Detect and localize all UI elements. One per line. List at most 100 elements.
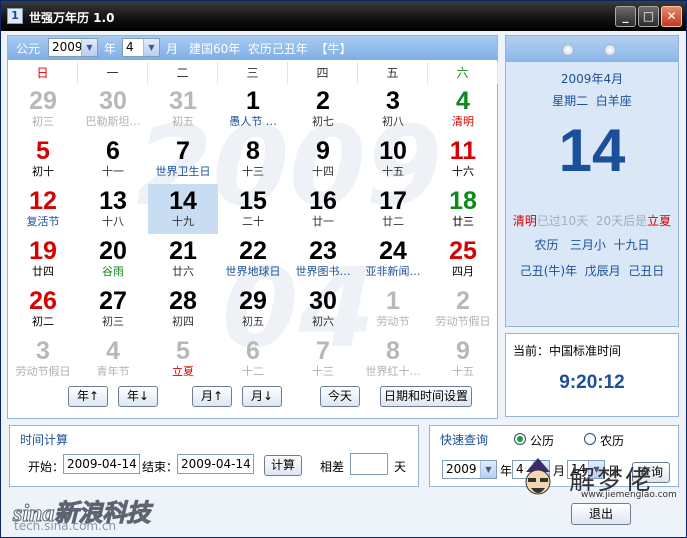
- day-lunar-text: 十九: [172, 215, 194, 228]
- lunar-radio-label[interactable]: 农历: [600, 432, 624, 449]
- day-number: 17: [379, 187, 407, 215]
- start-date-input[interactable]: 2009-04-14: [63, 454, 140, 474]
- calendar-day[interactable]: 17 廿二: [358, 184, 428, 234]
- calendar-day[interactable]: 19 廿四: [8, 234, 78, 284]
- calendar-day[interactable]: 9 十五: [428, 334, 498, 384]
- diff-days-input[interactable]: [350, 453, 388, 475]
- calendar-day-selected[interactable]: 14 十九: [148, 184, 218, 234]
- calendar-day[interactable]: 7 十三: [288, 334, 358, 384]
- calc-button[interactable]: 计算: [264, 455, 302, 476]
- day-unit-label: 天: [394, 460, 407, 474]
- day-number: 6: [106, 137, 120, 165]
- day-lunar-text: 初十: [32, 165, 54, 178]
- day-number: 31: [169, 87, 197, 115]
- minimize-icon[interactable]: _: [615, 6, 636, 27]
- calendar-day[interactable]: 8 世界红十…: [358, 334, 428, 384]
- calendar-day[interactable]: 4 清明: [428, 84, 498, 134]
- calendar-day[interactable]: 8 十三: [218, 134, 288, 184]
- year-label: 年: [104, 42, 117, 56]
- lunar-radio[interactable]: [584, 433, 596, 445]
- exit-button[interactable]: 退出: [571, 503, 631, 525]
- calendar-day[interactable]: 4 青年节: [78, 334, 148, 384]
- next-year-button[interactable]: 年↓: [118, 386, 158, 407]
- year-select[interactable]: 2009 ▼: [48, 38, 98, 57]
- calendar-day[interactable]: 27 初三: [78, 284, 148, 334]
- calendar-day[interactable]: 15 二十: [218, 184, 288, 234]
- calendar-grid: 2009 04 29 初三 30 巴勒斯坦… 31 初五 1 愚人节 … 2 初七 3 初八 4 清明 5 初…: [8, 84, 497, 384]
- date-time-settings-button[interactable]: 日期和时间设置: [380, 386, 472, 407]
- calendar-day[interactable]: 10 十五: [358, 134, 428, 184]
- calendar-day[interactable]: 3 初八: [358, 84, 428, 134]
- gregorian-radio[interactable]: [514, 433, 526, 445]
- calendar-day[interactable]: 6 十一: [78, 134, 148, 184]
- calendar-day[interactable]: 12 复活节: [8, 184, 78, 234]
- day-lunar-text: 立夏: [172, 365, 194, 378]
- day-lunar-text: 廿三: [452, 215, 474, 228]
- calendar-day[interactable]: 5 初十: [8, 134, 78, 184]
- clock-time: 9:20:12: [559, 372, 625, 393]
- chevron-down-icon[interactable]: ▼: [143, 39, 159, 56]
- time-calc-title: 时间计算: [20, 433, 69, 447]
- term-text: 已过10天 20天后是: [536, 214, 648, 228]
- day-lunar-text: 青年节: [96, 365, 130, 378]
- chevron-down-icon[interactable]: ▼: [81, 39, 97, 56]
- calendar-day[interactable]: 31 初五: [148, 84, 218, 134]
- calendar-day[interactable]: 23 世界图书…: [288, 234, 358, 284]
- calendar-day[interactable]: 30 巴勒斯坦…: [78, 84, 148, 134]
- calendar-day[interactable]: 26 初二: [8, 284, 78, 334]
- calendar-day[interactable]: 18 廿三: [428, 184, 498, 234]
- calendar-day[interactable]: 24 亚非新闻…: [358, 234, 428, 284]
- calendar-day[interactable]: 25 四月: [428, 234, 498, 284]
- calendar-day[interactable]: 5 立夏: [148, 334, 218, 384]
- calendar-day[interactable]: 1 愚人节 …: [218, 84, 288, 134]
- calendar-day[interactable]: 11 十六: [428, 134, 498, 184]
- day-number: 5: [176, 337, 190, 365]
- gregorian-radio-label[interactable]: 公历: [530, 432, 554, 449]
- month-select[interactable]: 4 ▼: [122, 38, 160, 57]
- calendar-day[interactable]: 22 世界地球日: [218, 234, 288, 284]
- calendar-day[interactable]: 2 劳动节假日: [428, 284, 498, 334]
- calendar-day[interactable]: 16 廿一: [288, 184, 358, 234]
- day-lunar-text: 廿四: [32, 265, 54, 278]
- prev-year-button[interactable]: 年↑: [68, 386, 108, 407]
- prev-month-button[interactable]: 月↑: [192, 386, 232, 407]
- close-icon[interactable]: ✕: [661, 6, 682, 27]
- day-number: 16: [309, 187, 337, 215]
- weekday-label: 二: [148, 62, 218, 84]
- start-label: 开始：: [28, 460, 65, 474]
- weekday-label: 四: [288, 62, 358, 84]
- query-year-select[interactable]: 2009 ▼: [442, 460, 497, 479]
- day-number: 12: [29, 187, 57, 215]
- calendar-day[interactable]: 28 初四: [148, 284, 218, 334]
- calendar-day[interactable]: 9 十四: [288, 134, 358, 184]
- day-lunar-text: 清明: [452, 115, 474, 128]
- day-lunar-text: 初三: [32, 115, 54, 128]
- day-number: 2: [456, 287, 470, 315]
- day-lunar-text: 十六: [452, 165, 474, 178]
- calendar-day[interactable]: 3 劳动节假日: [8, 334, 78, 384]
- day-number: 9: [456, 337, 470, 365]
- calendar-day[interactable]: 29 初五: [218, 284, 288, 334]
- weekday-label: 六: [428, 62, 498, 84]
- next-month-button[interactable]: 月↓: [242, 386, 282, 407]
- calendar-day[interactable]: 7 世界卫生日: [148, 134, 218, 184]
- day-number: 7: [316, 337, 330, 365]
- calendar-day[interactable]: 2 初七: [288, 84, 358, 134]
- calendar-day[interactable]: 29 初三: [8, 84, 78, 134]
- calendar-day[interactable]: 30 初六: [288, 284, 358, 334]
- day-number: 3: [386, 87, 400, 115]
- calendar-day[interactable]: 21 廿六: [148, 234, 218, 284]
- maximize-icon[interactable]: □: [638, 6, 659, 27]
- clock-panel: 当前：中国标准时间 9:20:12: [505, 333, 679, 417]
- day-lunar-text: 十三: [312, 365, 334, 378]
- today-button[interactable]: 今天: [320, 386, 360, 407]
- chevron-down-icon[interactable]: ▼: [480, 461, 496, 478]
- calendar-day[interactable]: 1 劳动节: [358, 284, 428, 334]
- calendar-day[interactable]: 20 谷雨: [78, 234, 148, 284]
- site-logo: 解梦佬 www.jiemenglao.com: [519, 456, 686, 506]
- day-number: 14: [169, 187, 197, 215]
- end-date-input[interactable]: 2009-04-14: [177, 454, 254, 474]
- calendar-day[interactable]: 13 十八: [78, 184, 148, 234]
- calendar-day[interactable]: 6 十二: [218, 334, 288, 384]
- title-bar[interactable]: 1 世强万年历 1.0 _ □ ✕: [1, 1, 686, 31]
